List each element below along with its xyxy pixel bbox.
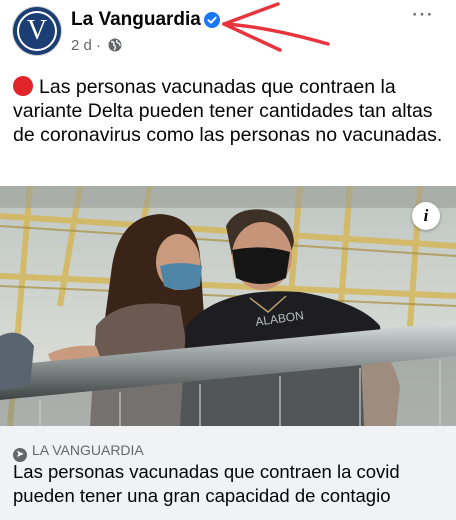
meta-separator: · xyxy=(96,37,102,54)
link-title[interactable]: Las personas vacunadas que contraen la c… xyxy=(13,460,449,508)
globe-icon xyxy=(108,38,122,52)
red-arrow-annotation xyxy=(222,2,330,52)
post-message-text: Las personas vacunadas que contraen la v… xyxy=(13,76,443,146)
link-source: ➤ LA VANGUARDIA xyxy=(13,442,144,462)
post-photo[interactable]: ALABON i xyxy=(0,186,456,426)
photo-illustration: ALABON xyxy=(0,186,456,426)
post-meta: 2 d · xyxy=(71,37,122,54)
info-icon[interactable]: i xyxy=(412,202,440,230)
avatar-letter: V xyxy=(26,15,48,46)
post-message: Las personas vacunadas que contraen la v… xyxy=(13,75,445,147)
page-avatar[interactable]: V xyxy=(13,7,61,55)
link-source-label: LA VANGUARDIA xyxy=(32,442,144,458)
more-options-icon[interactable]: ⋯ xyxy=(411,3,434,25)
red-circle-icon xyxy=(13,76,33,96)
post-timestamp[interactable]: 2 d xyxy=(71,37,92,54)
post-header: V La Vanguardia 2 d · ⋯ xyxy=(0,0,456,70)
page-name-link[interactable]: La Vanguardia xyxy=(71,9,201,31)
